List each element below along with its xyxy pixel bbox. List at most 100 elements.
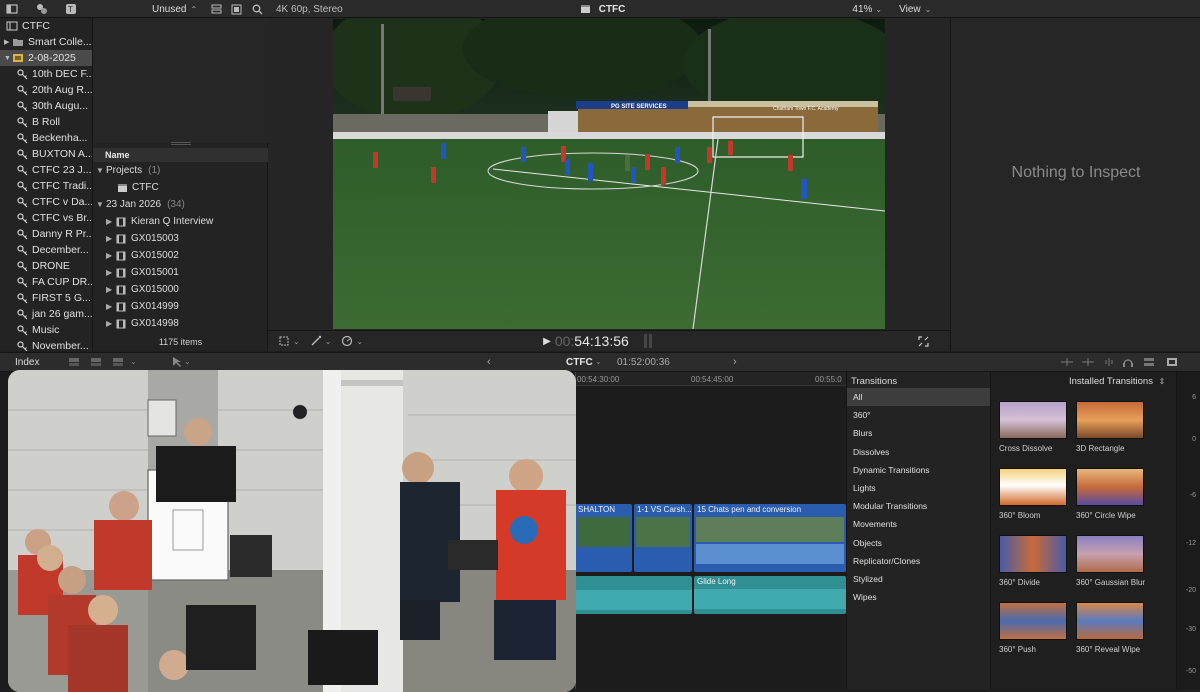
chevron-updown-icon[interactable]: ⌃ bbox=[190, 5, 197, 14]
browser-item[interactable]: ▶ GX015002 bbox=[93, 247, 268, 264]
browser-item[interactable]: CTFC bbox=[93, 179, 268, 196]
library-item[interactable]: CTFC Tradi... bbox=[0, 178, 92, 194]
viewer-video-frame[interactable]: PG SITE SERVICES Chatham Town F.C. Acade… bbox=[333, 19, 885, 329]
browser-item[interactable]: ▶ GX015001 bbox=[93, 264, 268, 281]
solo-icon[interactable] bbox=[1122, 356, 1134, 368]
disclosure-open-icon[interactable]: ▼ bbox=[4, 55, 12, 62]
library-item[interactable]: Danny R Pr... bbox=[0, 226, 92, 242]
transition-tile[interactable]: Cross Dissolve bbox=[999, 401, 1069, 453]
library-item[interactable]: 30th Augu... bbox=[0, 98, 92, 114]
video-clip[interactable]: 1-1 VS Carsh... bbox=[634, 504, 692, 572]
clip-appearance-icon[interactable] bbox=[231, 4, 242, 15]
browser-item[interactable]: ▶ GX015003 bbox=[93, 230, 268, 247]
transition-tile[interactable]: 360° Reveal Wipe bbox=[1076, 602, 1146, 654]
name-column-header[interactable]: Name bbox=[93, 148, 268, 162]
library-item[interactable]: B Roll bbox=[0, 114, 92, 130]
transition-category[interactable]: Replicator/Clones bbox=[847, 552, 990, 570]
library-item[interactable]: CTFC v Da... bbox=[0, 194, 92, 210]
enhance-wand-icon[interactable] bbox=[310, 335, 322, 347]
library-item[interactable]: ▶ Smart Colle... bbox=[0, 34, 92, 50]
library-item[interactable]: DRONE bbox=[0, 258, 92, 274]
zoom-dropdown[interactable]: 41% bbox=[852, 4, 872, 15]
audio-clip[interactable] bbox=[575, 576, 692, 614]
transition-category[interactable]: Dynamic Transitions bbox=[847, 461, 990, 479]
timeline-ruler[interactable]: 00:54:30:00 00:54:45:00 00:55:0 bbox=[575, 372, 846, 386]
browser-item[interactable]: ▶ Kieran Q Interview bbox=[93, 213, 268, 230]
disclosure-open-icon[interactable]: ▼ bbox=[96, 166, 106, 175]
browser-group[interactable]: ▼ 23 Jan 2026 (34) bbox=[93, 196, 268, 213]
browser-group[interactable]: ▼ Projects (1) bbox=[93, 162, 268, 179]
disclosure-closed-icon[interactable]: ▶ bbox=[106, 285, 116, 294]
transition-tile[interactable]: 3D Rectangle bbox=[1076, 401, 1146, 453]
library-item[interactable]: Beckenha... bbox=[0, 130, 92, 146]
chevron-down-icon[interactable]: ⌄ bbox=[875, 5, 882, 14]
select-tool-icon[interactable] bbox=[172, 356, 182, 368]
video-clip[interactable]: SHALTON bbox=[575, 504, 632, 572]
view-menu[interactable]: View bbox=[899, 4, 921, 15]
titles-icon[interactable]: T bbox=[65, 3, 77, 15]
installed-transitions-dropdown[interactable]: Installed Transitions ⇕ bbox=[1069, 376, 1165, 387]
speed-gauge-icon[interactable] bbox=[341, 335, 353, 347]
chevron-down-icon[interactable]: ⌄ bbox=[130, 357, 137, 366]
library-item[interactable]: CTFC vs Br... bbox=[0, 210, 92, 226]
chevron-down-icon[interactable]: ⌄ bbox=[356, 337, 363, 346]
library-root[interactable]: CTFC bbox=[0, 18, 92, 34]
clip-skimming-icon[interactable] bbox=[1060, 357, 1074, 367]
transition-tile[interactable]: 360° Gaussian Blur bbox=[1076, 535, 1146, 587]
clip-filter-dropdown[interactable]: Unused bbox=[152, 4, 186, 15]
library-item[interactable]: jan 26 gam... bbox=[0, 306, 92, 322]
libraries-icon[interactable] bbox=[6, 3, 18, 15]
library-item[interactable]: CTFC 23 J... bbox=[0, 162, 92, 178]
browser-item[interactable]: ▶ GX014999 bbox=[93, 298, 268, 315]
fullscreen-icon[interactable] bbox=[918, 335, 929, 347]
chevron-down-icon[interactable]: ⌄ bbox=[184, 357, 191, 366]
library-item[interactable]: November... bbox=[0, 338, 92, 351]
transition-category[interactable]: Dissolves bbox=[847, 443, 990, 461]
photos-icon[interactable] bbox=[36, 3, 48, 15]
chevron-down-icon[interactable]: ⌄ bbox=[595, 357, 602, 366]
audio-clip[interactable]: Glide Long bbox=[694, 576, 846, 614]
append-clip-icon[interactable] bbox=[68, 357, 80, 367]
filmstrip-view-icon[interactable] bbox=[211, 4, 222, 15]
back-arrow-icon[interactable]: ‹ bbox=[487, 356, 491, 368]
transition-category[interactable]: Movements bbox=[847, 515, 990, 533]
disclosure-open-icon[interactable]: ▼ bbox=[96, 200, 106, 209]
transition-tile[interactable]: 360° Bloom bbox=[999, 468, 1069, 520]
transition-category[interactable]: Blurs bbox=[847, 424, 990, 442]
disclosure-closed-icon[interactable]: ▶ bbox=[4, 38, 12, 46]
effects-browser-icon[interactable] bbox=[1166, 357, 1178, 367]
transition-tile[interactable]: 360° Push bbox=[999, 602, 1069, 654]
disclosure-closed-icon[interactable]: ▶ bbox=[106, 251, 116, 260]
transition-category[interactable]: Objects bbox=[847, 534, 990, 552]
chevron-down-icon[interactable]: ⌄ bbox=[925, 5, 932, 14]
disclosure-closed-icon[interactable]: ▶ bbox=[106, 319, 116, 328]
chevron-down-icon[interactable]: ⌄ bbox=[325, 337, 332, 346]
transition-category[interactable]: 360° bbox=[847, 406, 990, 424]
chevron-down-icon[interactable]: ⌄ bbox=[293, 337, 300, 346]
transition-tile[interactable]: 360° Circle Wipe bbox=[1076, 468, 1146, 520]
index-button[interactable]: Index bbox=[15, 357, 39, 368]
browser-item[interactable]: ▶ GX014998 bbox=[93, 315, 268, 332]
disclosure-closed-icon[interactable]: ▶ bbox=[106, 234, 116, 243]
library-item[interactable]: Music bbox=[0, 322, 92, 338]
library-item[interactable]: 10th DEC F... bbox=[0, 66, 92, 82]
disclosure-closed-icon[interactable]: ▶ bbox=[106, 268, 116, 277]
overwrite-clip-icon[interactable] bbox=[112, 357, 124, 367]
snapping-icon[interactable] bbox=[1081, 357, 1095, 367]
library-item[interactable]: FA CUP DR... bbox=[0, 274, 92, 290]
transition-category[interactable]: Lights bbox=[847, 479, 990, 497]
transition-category[interactable]: Wipes bbox=[847, 588, 990, 606]
library-item[interactable]: 20th Aug R... bbox=[0, 82, 92, 98]
library-item[interactable]: FIRST 5 G... bbox=[0, 290, 92, 306]
library-item[interactable]: December... bbox=[0, 242, 92, 258]
forward-arrow-icon[interactable]: › bbox=[733, 356, 737, 368]
transition-category[interactable]: Stylized bbox=[847, 570, 990, 588]
browser-item[interactable]: ▶ GX015000 bbox=[93, 281, 268, 298]
transition-tile[interactable]: 360° Divide bbox=[999, 535, 1069, 587]
transition-category[interactable]: Modular Transitions bbox=[847, 497, 990, 515]
video-clip[interactable]: 15 Chats pen and conversion bbox=[694, 504, 846, 572]
audio-skimming-icon[interactable] bbox=[1102, 357, 1116, 367]
timecode-display[interactable]: 54:13:56 bbox=[574, 333, 629, 349]
disclosure-closed-icon[interactable]: ▶ bbox=[106, 302, 116, 311]
clip-appearance-icon[interactable] bbox=[1143, 357, 1155, 367]
